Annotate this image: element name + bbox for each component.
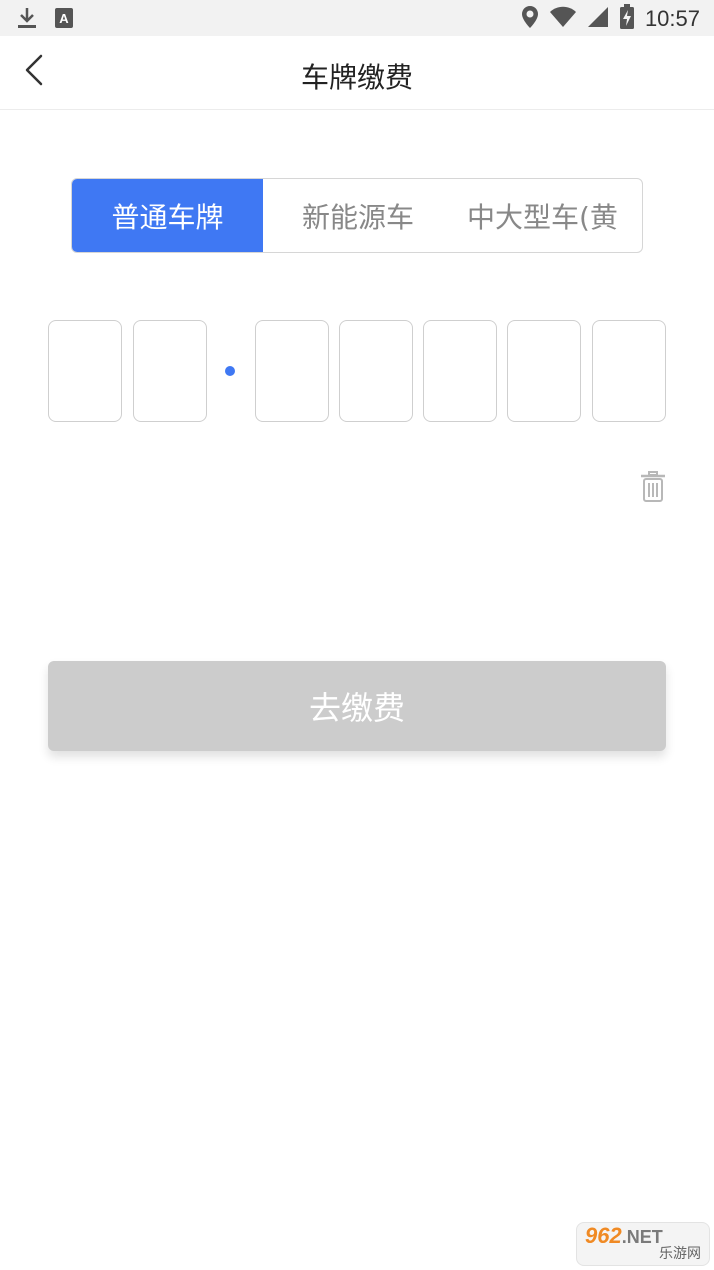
nav-bar: 车牌缴费 <box>0 36 714 110</box>
status-left-icons: A <box>16 6 74 34</box>
page-title: 车牌缴费 <box>300 61 413 94</box>
location-icon <box>521 5 539 33</box>
watermark-logo: 962.NET 乐游网 <box>576 1222 710 1266</box>
clear-plate-button[interactable] <box>638 470 668 504</box>
plate-char-input[interactable] <box>592 320 666 422</box>
watermark-subtext: 乐游网 <box>659 1246 701 1262</box>
tab-large-vehicle[interactable]: 中大型车(黄 <box>453 179 641 252</box>
plate-char-input[interactable] <box>48 320 122 422</box>
plate-char-input[interactable] <box>507 320 581 422</box>
status-right-icons: 10:57 <box>521 4 700 34</box>
svg-text:A: A <box>59 11 69 26</box>
download-icon <box>16 6 38 34</box>
plate-type-tabs: 普通车牌 新能源车 中大型车(黄 <box>71 178 643 253</box>
pay-button[interactable]: 去缴费 <box>48 661 666 751</box>
watermark-suffix: .NET <box>621 1227 663 1247</box>
battery-charging-icon <box>619 4 635 34</box>
tab-new-energy[interactable]: 新能源车 <box>263 179 453 252</box>
watermark-logo-text: 962.NET <box>585 1223 663 1249</box>
wifi-icon <box>549 6 577 32</box>
plate-char-input[interactable] <box>423 320 497 422</box>
trash-icon <box>638 471 668 508</box>
signal-icon <box>587 6 609 32</box>
watermark-number: 962 <box>585 1223 622 1248</box>
status-time: 10:57 <box>644 6 700 31</box>
plate-separator-dot <box>225 366 235 376</box>
tab-normal-plate[interactable]: 普通车牌 <box>72 179 263 252</box>
status-bar: A 10:57 <box>0 0 714 36</box>
plate-char-input[interactable] <box>339 320 413 422</box>
plate-char-input[interactable] <box>255 320 329 422</box>
a-icon: A <box>54 7 74 33</box>
plate-char-input[interactable] <box>133 320 207 422</box>
